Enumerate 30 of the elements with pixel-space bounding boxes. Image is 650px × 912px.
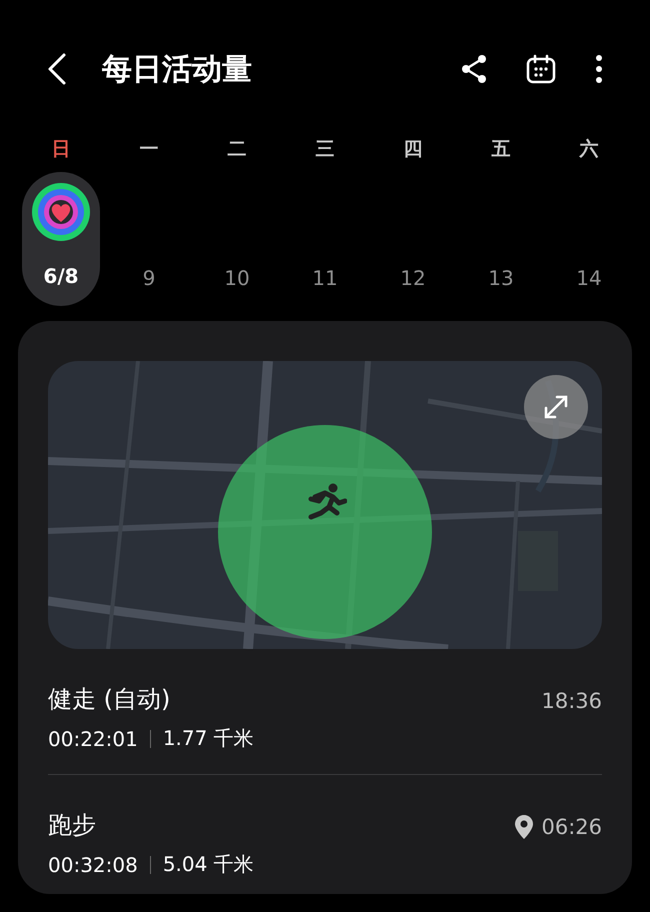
date-pill[interactable]: 6/8 xyxy=(22,172,100,306)
weekday-label: 四 xyxy=(402,137,424,162)
activity-row[interactable]: 跑步 00:32:08 5.04 千米 06:26 xyxy=(48,775,602,900)
activity-duration: 00:22:01 xyxy=(48,726,138,750)
weekday-label: 三 xyxy=(314,137,336,162)
activity-time: 06:26 xyxy=(541,815,602,839)
activity-row[interactable]: 健走 (自动) 00:22:01 1.77 千米 18:36 xyxy=(48,649,602,774)
date-button[interactable]: 13 xyxy=(488,266,514,306)
date-button[interactable]: 12 xyxy=(400,266,426,306)
date-button[interactable]: 10 xyxy=(224,266,250,306)
activity-time: 18:36 xyxy=(541,689,602,713)
weekday-label: 一 xyxy=(138,137,160,162)
calendar-icon[interactable] xyxy=(526,54,556,84)
activity-distance: 1.77 千米 xyxy=(162,725,254,752)
more-icon[interactable] xyxy=(594,54,604,84)
date-button[interactable]: 11 xyxy=(312,266,338,306)
share-icon[interactable] xyxy=(460,54,488,84)
back-button[interactable] xyxy=(46,52,68,86)
weekday-label: 日 xyxy=(50,137,72,162)
weekday-label: 六 xyxy=(578,137,600,162)
weekday-label: 五 xyxy=(490,137,512,162)
activity-distance: 5.04 千米 xyxy=(162,851,254,878)
date-button[interactable]: 14 xyxy=(576,266,602,306)
activity-name: 跑步 xyxy=(48,810,97,841)
date-button[interactable]: 9 xyxy=(142,266,156,306)
activity-name: 健走 (自动) xyxy=(48,684,172,715)
activity-rings-icon xyxy=(29,180,93,244)
weekday-label: 二 xyxy=(226,137,248,162)
page-title: 每日活动量 xyxy=(102,50,252,88)
activity-duration: 00:32:08 xyxy=(48,852,138,876)
